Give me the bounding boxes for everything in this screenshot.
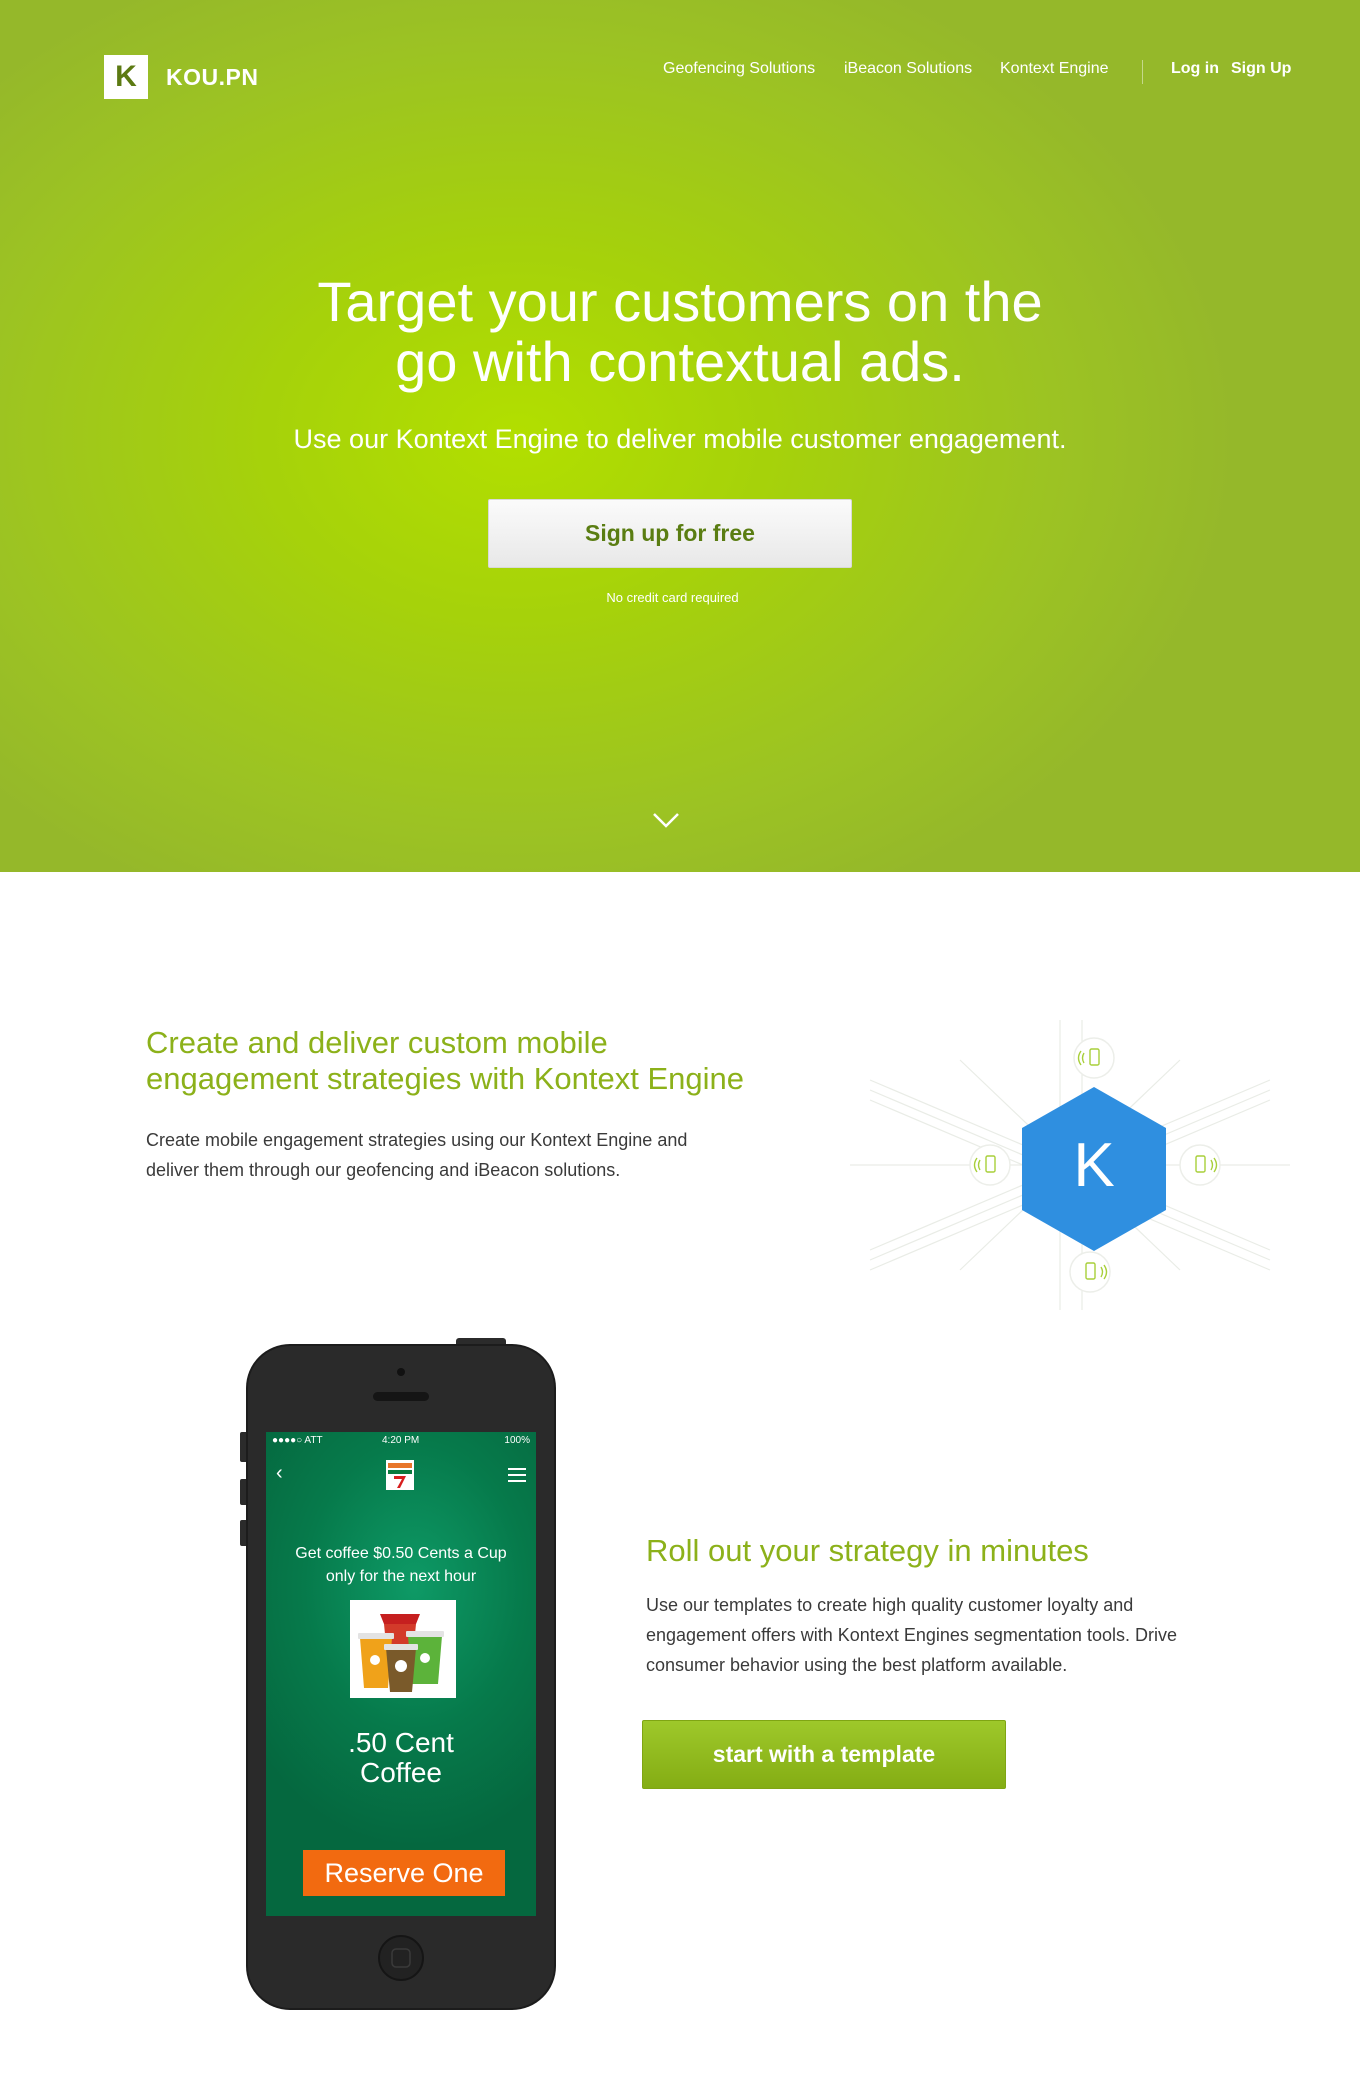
top-nav: Geofencing Solutions iBeacon Solutions K… bbox=[0, 60, 1360, 84]
nav-geofencing-solutions[interactable]: Geofencing Solutions bbox=[663, 60, 815, 78]
hex-letter: K bbox=[1073, 1131, 1114, 1200]
signup-link[interactable]: Sign Up bbox=[1231, 60, 1291, 78]
chevron-down-icon[interactable] bbox=[652, 810, 680, 830]
start-template-button[interactable]: start with a template bbox=[642, 1720, 1006, 1789]
reserve-one-button[interactable]: Reserve One bbox=[303, 1850, 505, 1896]
status-time: 4:20 PM bbox=[382, 1435, 420, 1446]
login-link[interactable]: Log in bbox=[1171, 60, 1219, 78]
nav-kontext-engine[interactable]: Kontext Engine bbox=[1000, 60, 1109, 78]
no-credit-card-note: No credit card required bbox=[606, 590, 739, 605]
section2-text: Use our templates to create high quality… bbox=[646, 1595, 1177, 1675]
hero-subtitle: Use our Kontext Engine to deliver mobile… bbox=[293, 424, 1067, 454]
section2-title: Roll out your strategy in minutes bbox=[646, 1533, 1089, 1568]
phone-screen: ●●●●○ ATT 4:20 PM 100% ‹ Get coffee $0.5… bbox=[266, 1432, 536, 1916]
nav-divider bbox=[1142, 60, 1143, 84]
offer-title-line-1: .50 Cent bbox=[348, 1727, 454, 1758]
app-bar: ‹ bbox=[266, 1456, 536, 1494]
hero-title: Target your customers on the go with con… bbox=[0, 272, 1360, 392]
status-bar: ●●●●○ ATT 4:20 PM 100% bbox=[266, 1432, 536, 1450]
offer-title: .50 Cent Coffee bbox=[266, 1728, 536, 1788]
offer-text: Get coffee $0.50 Cents a Cup only for th… bbox=[295, 1545, 507, 1585]
signup-free-button[interactable]: Sign up for free bbox=[488, 499, 852, 568]
kontext-hexagon-graphic: K bbox=[850, 1020, 1290, 1310]
store-logo-icon bbox=[386, 1460, 414, 1490]
section1-title-line-1: Create and deliver custom mobile bbox=[146, 1025, 608, 1060]
hamburger-menu-icon[interactable] bbox=[508, 1468, 526, 1482]
hero-title-line-2: go with contextual ads. bbox=[395, 330, 965, 393]
offer-title-line-2: Coffee bbox=[360, 1757, 442, 1788]
hero-section: K KOU.PN Geofencing Solutions iBeacon So… bbox=[0, 0, 1360, 872]
section1-text: Create mobile engagement strategies usin… bbox=[146, 1130, 688, 1180]
status-carrier: ●●●●○ ATT bbox=[272, 1435, 323, 1446]
back-chevron-icon[interactable]: ‹ bbox=[276, 1462, 283, 1485]
hero-title-line-1: Target your customers on the bbox=[317, 270, 1043, 333]
coffee-cups-image bbox=[350, 1600, 456, 1698]
section1-title: Create and deliver custom mobile engagem… bbox=[146, 1025, 806, 1097]
status-battery: 100% bbox=[504, 1435, 530, 1446]
nav-ibeacon-solutions[interactable]: iBeacon Solutions bbox=[844, 60, 972, 78]
section1-title-line-2: engagement strategies with Kontext Engin… bbox=[146, 1061, 744, 1096]
